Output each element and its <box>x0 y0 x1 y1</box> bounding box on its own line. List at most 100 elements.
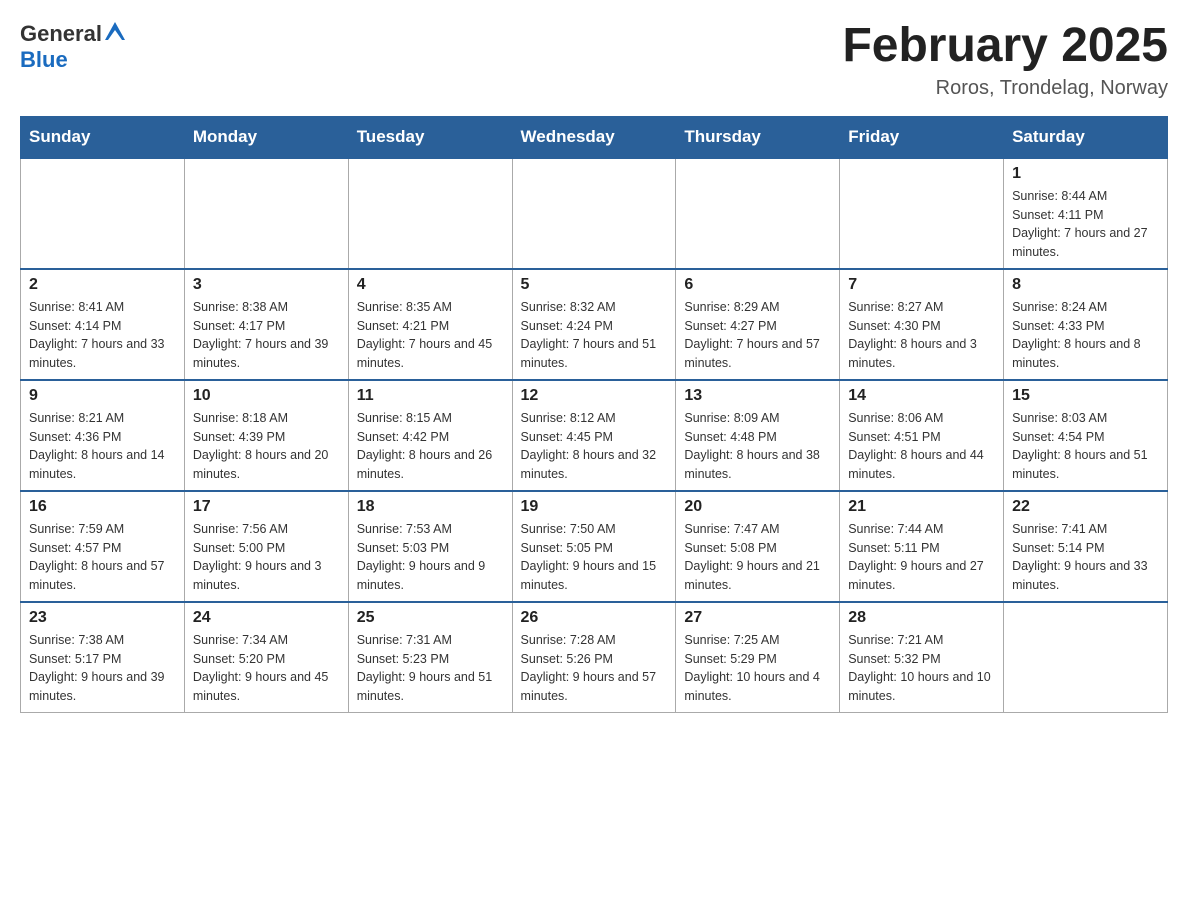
week-row-1: 1 Sunrise: 8:44 AM Sunset: 4:11 PM Daylig… <box>21 158 1168 269</box>
day-info: Sunrise: 8:41 AM Sunset: 4:14 PM Dayligh… <box>29 298 176 373</box>
calendar-cell: 16 Sunrise: 7:59 AM Sunset: 4:57 PM Dayli… <box>21 491 185 602</box>
calendar-cell: 4 Sunrise: 8:35 AM Sunset: 4:21 PM Daylig… <box>348 269 512 380</box>
day-number: 6 <box>684 276 831 294</box>
day-header-saturday: Saturday <box>1004 116 1168 158</box>
day-number: 3 <box>193 276 340 294</box>
location: Roros, Trondelag, Norway <box>842 77 1168 100</box>
month-title: February 2025 <box>842 20 1168 73</box>
calendar-cell: 2 Sunrise: 8:41 AM Sunset: 4:14 PM Daylig… <box>21 269 185 380</box>
day-number: 8 <box>1012 276 1159 294</box>
day-info: Sunrise: 7:28 AM Sunset: 5:26 PM Dayligh… <box>521 631 668 706</box>
day-number: 16 <box>29 498 176 516</box>
day-info: Sunrise: 7:56 AM Sunset: 5:00 PM Dayligh… <box>193 520 340 595</box>
calendar-header-row: SundayMondayTuesdayWednesdayThursdayFrid… <box>21 116 1168 158</box>
day-number: 15 <box>1012 387 1159 405</box>
calendar-cell: 5 Sunrise: 8:32 AM Sunset: 4:24 PM Daylig… <box>512 269 676 380</box>
day-info: Sunrise: 7:59 AM Sunset: 4:57 PM Dayligh… <box>29 520 176 595</box>
day-number: 7 <box>848 276 995 294</box>
day-number: 17 <box>193 498 340 516</box>
day-number: 24 <box>193 609 340 627</box>
day-info: Sunrise: 8:32 AM Sunset: 4:24 PM Dayligh… <box>521 298 668 373</box>
logo-blue: Blue <box>20 47 68 72</box>
day-info: Sunrise: 8:21 AM Sunset: 4:36 PM Dayligh… <box>29 409 176 484</box>
day-info: Sunrise: 8:27 AM Sunset: 4:30 PM Dayligh… <box>848 298 995 373</box>
day-info: Sunrise: 7:47 AM Sunset: 5:08 PM Dayligh… <box>684 520 831 595</box>
calendar-cell: 27 Sunrise: 7:25 AM Sunset: 5:29 PM Dayli… <box>676 602 840 713</box>
calendar-cell: 21Sunrise: 7:44 AM Sunset: 5:11 PM Dayli… <box>840 491 1004 602</box>
day-info: Sunrise: 8:15 AM Sunset: 4:42 PM Dayligh… <box>357 409 504 484</box>
day-info: Sunrise: 7:25 AM Sunset: 5:29 PM Dayligh… <box>684 631 831 706</box>
day-info: Sunrise: 8:03 AM Sunset: 4:54 PM Dayligh… <box>1012 409 1159 484</box>
week-row-4: 16 Sunrise: 7:59 AM Sunset: 4:57 PM Dayli… <box>21 491 1168 602</box>
day-number: 4 <box>357 276 504 294</box>
day-info: Sunrise: 7:44 AM Sunset: 5:11 PM Dayligh… <box>848 520 995 595</box>
calendar-cell <box>840 158 1004 269</box>
logo: General Blue <box>20 20 126 73</box>
day-number: 1 <box>1012 165 1159 183</box>
day-number: 12 <box>521 387 668 405</box>
day-header-thursday: Thursday <box>676 116 840 158</box>
calendar-cell: 12 Sunrise: 8:12 AM Sunset: 4:45 PM Dayli… <box>512 380 676 491</box>
calendar-cell <box>676 158 840 269</box>
week-row-3: 9 Sunrise: 8:21 AM Sunset: 4:36 PM Daylig… <box>21 380 1168 491</box>
day-info: Sunrise: 8:35 AM Sunset: 4:21 PM Dayligh… <box>357 298 504 373</box>
calendar-cell <box>21 158 185 269</box>
calendar-cell: 24 Sunrise: 7:34 AM Sunset: 5:20 PM Dayli… <box>184 602 348 713</box>
day-number: 9 <box>29 387 176 405</box>
day-header-wednesday: Wednesday <box>512 116 676 158</box>
calendar-cell <box>512 158 676 269</box>
calendar-cell: 28 Sunrise: 7:21 AM Sunset: 5:32 PM Dayli… <box>840 602 1004 713</box>
day-number: 23 <box>29 609 176 627</box>
day-header-tuesday: Tuesday <box>348 116 512 158</box>
day-info: Sunrise: 7:41 AM Sunset: 5:14 PM Dayligh… <box>1012 520 1159 595</box>
calendar-cell: 25 Sunrise: 7:31 AM Sunset: 5:23 PM Dayli… <box>348 602 512 713</box>
day-number: 26 <box>521 609 668 627</box>
logo-triangle-icon <box>104 20 126 42</box>
calendar-cell: 3 Sunrise: 8:38 AM Sunset: 4:17 PM Daylig… <box>184 269 348 380</box>
day-info: Sunrise: 8:38 AM Sunset: 4:17 PM Dayligh… <box>193 298 340 373</box>
day-number: 22 <box>1012 498 1159 516</box>
week-row-2: 2 Sunrise: 8:41 AM Sunset: 4:14 PM Daylig… <box>21 269 1168 380</box>
calendar-cell: 7 Sunrise: 8:27 AM Sunset: 4:30 PM Daylig… <box>840 269 1004 380</box>
calendar-cell: 17 Sunrise: 7:56 AM Sunset: 5:00 PM Dayli… <box>184 491 348 602</box>
day-info: Sunrise: 8:44 AM Sunset: 4:11 PM Dayligh… <box>1012 187 1159 262</box>
calendar-cell: 6 Sunrise: 8:29 AM Sunset: 4:27 PM Daylig… <box>676 269 840 380</box>
day-info: Sunrise: 8:09 AM Sunset: 4:48 PM Dayligh… <box>684 409 831 484</box>
calendar-cell: 19Sunrise: 7:50 AM Sunset: 5:05 PM Dayli… <box>512 491 676 602</box>
calendar-cell: 11 Sunrise: 8:15 AM Sunset: 4:42 PM Dayli… <box>348 380 512 491</box>
calendar-cell: 15 Sunrise: 8:03 AM Sunset: 4:54 PM Dayli… <box>1004 380 1168 491</box>
day-number: 14 <box>848 387 995 405</box>
calendar-cell <box>348 158 512 269</box>
day-number: 11 <box>357 387 504 405</box>
calendar-cell: 14 Sunrise: 8:06 AM Sunset: 4:51 PM Dayli… <box>840 380 1004 491</box>
day-info: Sunrise: 7:21 AM Sunset: 5:32 PM Dayligh… <box>848 631 995 706</box>
day-number: 2 <box>29 276 176 294</box>
calendar-cell: 1 Sunrise: 8:44 AM Sunset: 4:11 PM Daylig… <box>1004 158 1168 269</box>
day-number: 19 <box>521 498 668 516</box>
day-info: Sunrise: 7:53 AM Sunset: 5:03 PM Dayligh… <box>357 520 504 595</box>
calendar-cell <box>1004 602 1168 713</box>
day-info: Sunrise: 8:24 AM Sunset: 4:33 PM Dayligh… <box>1012 298 1159 373</box>
day-number: 5 <box>521 276 668 294</box>
day-number: 28 <box>848 609 995 627</box>
day-info: Sunrise: 8:29 AM Sunset: 4:27 PM Dayligh… <box>684 298 831 373</box>
calendar-cell: 13Sunrise: 8:09 AM Sunset: 4:48 PM Dayli… <box>676 380 840 491</box>
day-number: 25 <box>357 609 504 627</box>
day-info: Sunrise: 8:12 AM Sunset: 4:45 PM Dayligh… <box>521 409 668 484</box>
title-section: February 2025 Roros, Trondelag, Norway <box>842 20 1168 100</box>
day-header-friday: Friday <box>840 116 1004 158</box>
day-number: 10 <box>193 387 340 405</box>
day-header-monday: Monday <box>184 116 348 158</box>
calendar-cell: 18 Sunrise: 7:53 AM Sunset: 5:03 PM Dayli… <box>348 491 512 602</box>
calendar-cell <box>184 158 348 269</box>
calendar-cell: 26 Sunrise: 7:28 AM Sunset: 5:26 PM Dayli… <box>512 602 676 713</box>
day-info: Sunrise: 7:31 AM Sunset: 5:23 PM Dayligh… <box>357 631 504 706</box>
day-info: Sunrise: 7:38 AM Sunset: 5:17 PM Dayligh… <box>29 631 176 706</box>
day-info: Sunrise: 7:34 AM Sunset: 5:20 PM Dayligh… <box>193 631 340 706</box>
page-header: General Blue February 2025 Roros, Tronde… <box>20 20 1168 100</box>
day-number: 18 <box>357 498 504 516</box>
calendar-table: SundayMondayTuesdayWednesdayThursdayFrid… <box>20 116 1168 713</box>
day-number: 27 <box>684 609 831 627</box>
day-number: 20 <box>684 498 831 516</box>
day-info: Sunrise: 8:06 AM Sunset: 4:51 PM Dayligh… <box>848 409 995 484</box>
